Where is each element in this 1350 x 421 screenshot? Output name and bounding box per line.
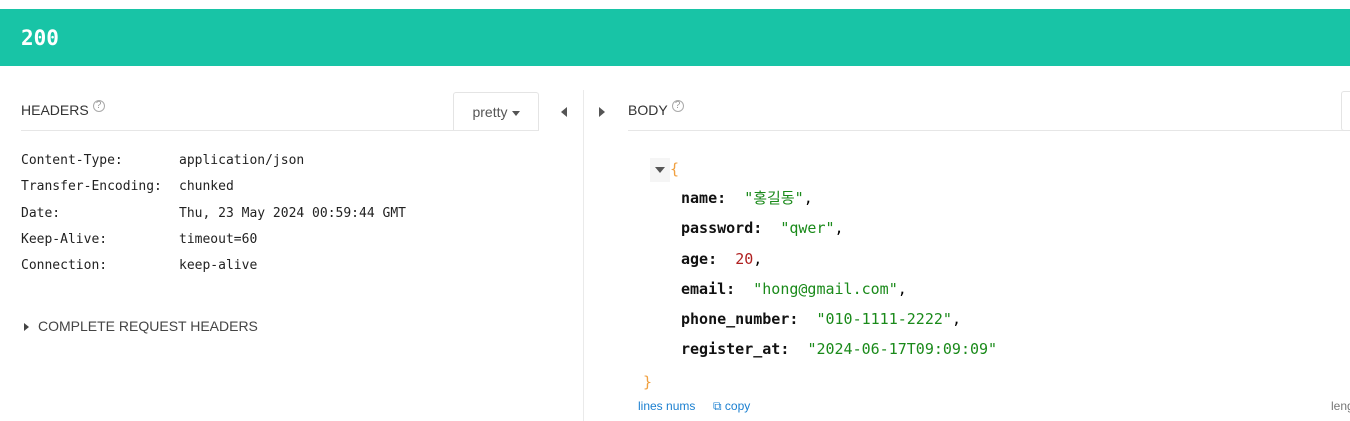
caret-right-icon bbox=[599, 107, 605, 117]
comma: , bbox=[834, 219, 844, 238]
header-row: Transfer-Encoding: chunked bbox=[21, 179, 406, 205]
complete-request-headers-toggle[interactable]: COMPLETE REQUEST HEADERS bbox=[24, 318, 258, 334]
json-value: "010-1111-2222" bbox=[816, 310, 952, 329]
comma: , bbox=[897, 279, 907, 298]
close-brace: } bbox=[643, 372, 653, 391]
header-row: Keep-Alive: timeout=60 bbox=[21, 232, 406, 258]
body-format-select[interactable] bbox=[1341, 91, 1350, 131]
body-title-text: BODY bbox=[628, 102, 668, 118]
copy-button[interactable]: ⧉ copy bbox=[713, 399, 750, 414]
caret-right-icon bbox=[24, 323, 29, 332]
json-key: register_at: bbox=[681, 340, 790, 359]
copy-icon: ⧉ bbox=[713, 399, 722, 413]
comma: , bbox=[951, 310, 961, 329]
json-field: age: 20, bbox=[681, 244, 997, 274]
json-key: password: bbox=[681, 219, 763, 238]
collapse-left-button[interactable] bbox=[561, 104, 567, 122]
header-key: Connection: bbox=[21, 258, 108, 274]
complete-request-headers-label: COMPLETE REQUEST HEADERS bbox=[38, 318, 258, 334]
format-select[interactable]: pretty bbox=[453, 92, 539, 131]
header-value: chunked bbox=[179, 179, 234, 195]
header-key: Keep-Alive: bbox=[21, 231, 108, 247]
panel-divider[interactable] bbox=[583, 90, 584, 421]
json-value: "hong@gmail.com" bbox=[753, 279, 898, 298]
header-value: timeout=60 bbox=[179, 231, 258, 247]
header-key: Transfer-Encoding: bbox=[21, 179, 162, 195]
help-icon[interactable]: ? bbox=[671, 100, 684, 112]
json-key: phone_number: bbox=[681, 310, 799, 329]
collapse-right-button[interactable] bbox=[599, 104, 605, 122]
divider bbox=[21, 130, 539, 131]
caret-down-icon bbox=[511, 110, 520, 116]
json-value: "qwer" bbox=[780, 219, 835, 238]
open-brace: { bbox=[670, 160, 680, 178]
header-value: keep-alive bbox=[179, 258, 258, 274]
status-code: 200 bbox=[21, 26, 59, 50]
length-label: leng bbox=[1331, 399, 1350, 413]
help-icon[interactable]: ? bbox=[92, 100, 105, 112]
header-value: application/json bbox=[179, 153, 305, 168]
header-value: Thu, 23 May 2024 00:59:44 GMT bbox=[179, 205, 406, 221]
header-row: Date: Thu, 23 May 2024 00:59:44 GMT bbox=[21, 206, 406, 232]
json-field: name: "홍길동", bbox=[681, 183, 997, 213]
json-value: "홍길동" bbox=[744, 189, 804, 207]
json-value: "2024-06-17T09:09:09" bbox=[807, 340, 998, 359]
json-field: register_at: "2024-06-17T09:09:09" bbox=[681, 334, 997, 364]
json-key: email: bbox=[681, 279, 736, 298]
json-key: name: bbox=[681, 189, 727, 207]
json-field: email: "hong@gmail.com", bbox=[681, 274, 997, 304]
collapse-toggle[interactable] bbox=[650, 157, 670, 182]
body-title: BODY? bbox=[628, 100, 684, 119]
json-viewer: { name: "홍길동", password: "qwer", age: 20… bbox=[643, 155, 997, 395]
header-key: Content-Type: bbox=[21, 153, 123, 168]
json-field: password: "qwer", bbox=[681, 213, 997, 243]
header-key: Date: bbox=[21, 205, 61, 221]
divider bbox=[628, 130, 1350, 131]
header-row: Content-Type: application/json bbox=[21, 153, 406, 179]
status-bar: 200 bbox=[0, 9, 1350, 66]
caret-left-icon bbox=[561, 107, 567, 117]
json-field: phone_number: "010-1111-2222", bbox=[681, 304, 997, 334]
lines-nums-link[interactable]: lines nums bbox=[638, 399, 695, 413]
comma: , bbox=[803, 189, 813, 207]
comma: , bbox=[753, 249, 763, 268]
header-row: Connection: keep-alive bbox=[21, 258, 406, 284]
format-select-value: pretty bbox=[472, 104, 508, 120]
headers-list: Content-Type: application/json Transfer-E… bbox=[21, 153, 406, 284]
caret-down-icon bbox=[655, 166, 665, 173]
headers-title-text: HEADERS bbox=[21, 102, 89, 118]
json-value: 20 bbox=[735, 249, 754, 268]
copy-label: copy bbox=[724, 399, 751, 413]
headers-title: HEADERS? bbox=[21, 100, 105, 119]
json-key: age: bbox=[681, 249, 718, 268]
